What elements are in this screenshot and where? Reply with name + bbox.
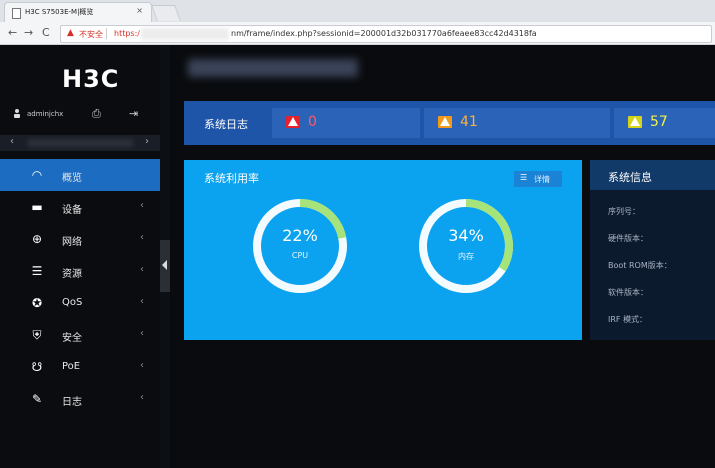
- sidebar-item-log[interactable]: ✎ 日志 ‹: [0, 383, 160, 415]
- memory-gauge: 34% 内存: [416, 196, 516, 296]
- cpu-gauge: 22% CPU: [250, 196, 350, 296]
- tab-title: H3C S7503E-M|概览: [25, 8, 94, 16]
- sidebar-item-overview[interactable]: ◠ 概览: [0, 159, 160, 191]
- security-shield-icon: ⛨: [32, 328, 42, 342]
- browser-tab[interactable]: H3C S7503E-M|概览 ×: [4, 2, 152, 22]
- warning-icon: ▲: [67, 28, 74, 38]
- log-warning-cell[interactable]: 41: [424, 108, 610, 138]
- address-bar-row: ← → C ▲ 不安全 https:/ nm/frame/index.php?s…: [0, 22, 715, 45]
- alert-critical-icon: [286, 116, 300, 128]
- sidebar-item-label: 日志: [62, 397, 82, 408]
- logout-icon[interactable]: ⇥: [129, 107, 138, 120]
- chevron-left-icon: ‹: [140, 360, 144, 371]
- alert-notice-icon: [628, 116, 642, 128]
- sidebar-scroller: ‹ ›: [0, 135, 160, 151]
- scroller-redacted: [28, 139, 133, 147]
- details-button[interactable]: ☰ 详情: [514, 171, 562, 187]
- url-path: nm/frame/index.php?sessionid=200001d32b0…: [231, 29, 537, 38]
- log-critical-count: 0: [308, 114, 317, 130]
- sidebar-item-security[interactable]: ⛨ 安全 ‹: [0, 319, 160, 351]
- serial-number-label: 序列号：: [608, 207, 640, 216]
- url-host-redacted: [141, 28, 229, 40]
- page-icon: [12, 8, 21, 19]
- user-row: adminjchx ⎙ ⇥: [0, 107, 160, 123]
- sidebar-item-qos[interactable]: ✪ QoS ‹: [0, 287, 160, 319]
- system-log-title: 系统日志: [204, 118, 248, 131]
- alert-warning-icon: [438, 116, 452, 128]
- sidebar-item-label: 概览: [62, 173, 82, 184]
- reload-icon[interactable]: C: [42, 26, 50, 39]
- url-divider: [106, 28, 107, 39]
- sidebar-item-resource[interactable]: ☰ 资源 ‹: [0, 255, 160, 287]
- chevron-left-icon: ‹: [140, 296, 144, 307]
- sidebar-toggle-handle[interactable]: [160, 240, 170, 292]
- username[interactable]: adminjchx: [27, 110, 63, 118]
- h3c-logo: H3C: [62, 65, 120, 93]
- system-info-header: 系统信息: [590, 160, 715, 190]
- chevron-left-icon: ‹: [140, 264, 144, 275]
- sidebar-item-label: 设备: [62, 205, 82, 216]
- system-info-title: 系统信息: [608, 171, 652, 184]
- log-notice-cell[interactable]: 57: [614, 108, 715, 138]
- sidebar-item-device[interactable]: ▬ 设备 ‹: [0, 191, 160, 223]
- scroll-right-icon[interactable]: ›: [145, 136, 149, 147]
- url-protocol: https:/: [114, 29, 140, 38]
- memory-label: 内存: [458, 252, 474, 261]
- forward-icon[interactable]: →: [24, 26, 33, 39]
- security-warning[interactable]: 不安全: [79, 29, 103, 40]
- bootrom-version-label: Boot ROM版本：: [608, 261, 672, 270]
- network-globe-icon: ⊕: [31, 232, 43, 246]
- url-field[interactable]: ▲ 不安全 https:/ nm/frame/index.php?session…: [60, 25, 712, 43]
- cpu-label: CPU: [291, 251, 309, 260]
- user-icon: [14, 109, 20, 118]
- dashboard-icon: ◠: [31, 168, 43, 182]
- chevron-left-icon: ‹: [140, 232, 144, 243]
- irf-mode-label: IRF 模式：: [608, 315, 648, 324]
- sidebar-item-label: QoS: [62, 297, 83, 308]
- memory-value: 34%: [448, 226, 484, 245]
- chevron-left-icon: ‹: [140, 200, 144, 211]
- sidebar-item-label: 资源: [62, 269, 82, 280]
- log-warning-count: 41: [460, 114, 478, 130]
- system-info-panel: 系统信息 序列号： 硬件版本： Boot ROM版本： 软件版本： IRF 模式…: [590, 160, 715, 340]
- details-label: 详情: [534, 175, 550, 184]
- sidebar-menu: ◠ 概览 ▬ 设备 ‹ ⊕ 网络 ‹ ☰ 资源 ‹ ✪ QoS ‹ ⛨ 安全 ‹: [0, 159, 160, 415]
- save-icon[interactable]: ⎙: [92, 107, 101, 121]
- system-usage-title: 系统利用率: [204, 172, 259, 185]
- main-content: 系统日志 0 41 57 系统利用率 ☰ 详情 22% CPU 34% 内存 系…: [170, 45, 715, 468]
- system-log-bar: 系统日志 0 41 57: [184, 101, 715, 145]
- chevron-left-icon: ‹: [140, 392, 144, 403]
- poe-icon: ☋: [31, 360, 43, 374]
- memory-ring: [419, 199, 513, 293]
- system-usage-panel: 系统利用率 ☰ 详情 22% CPU 34% 内存: [184, 160, 582, 340]
- sidebar-item-label: PoE: [62, 361, 81, 372]
- chevron-left-icon: ‹: [140, 328, 144, 339]
- device-name-redacted: [188, 59, 358, 77]
- sidebar: H3C adminjchx ⎙ ⇥ ‹ › ◠ 概览 ▬ 设备 ‹ ⊕ 网络 ‹…: [0, 45, 160, 468]
- sidebar-item-label: 网络: [62, 237, 82, 248]
- list-icon: ☰: [520, 173, 528, 182]
- back-icon[interactable]: ←: [8, 26, 17, 39]
- cpu-ring: [253, 199, 347, 293]
- resource-database-icon: ☰: [31, 264, 43, 278]
- device-icon: ▬: [31, 200, 43, 214]
- sidebar-item-poe[interactable]: ☋ PoE ‹: [0, 351, 160, 383]
- sidebar-item-label: 安全: [62, 333, 82, 344]
- sidebar-item-network[interactable]: ⊕ 网络 ‹: [0, 223, 160, 255]
- qos-icon: ✪: [31, 296, 43, 310]
- new-tab-button[interactable]: [151, 5, 181, 21]
- scroll-left-icon[interactable]: ‹: [10, 136, 14, 147]
- log-icon: ✎: [31, 392, 43, 406]
- tab-close-icon[interactable]: ×: [136, 6, 143, 15]
- collapse-arrow-icon: [162, 260, 167, 270]
- log-critical-cell[interactable]: 0: [272, 108, 420, 138]
- browser-tab-bar: H3C S7503E-M|概览 ×: [0, 0, 715, 22]
- cpu-value: 22%: [282, 226, 318, 245]
- software-version-label: 软件版本：: [608, 288, 648, 297]
- log-notice-count: 57: [650, 114, 668, 130]
- hardware-version-label: 硬件版本：: [608, 234, 648, 243]
